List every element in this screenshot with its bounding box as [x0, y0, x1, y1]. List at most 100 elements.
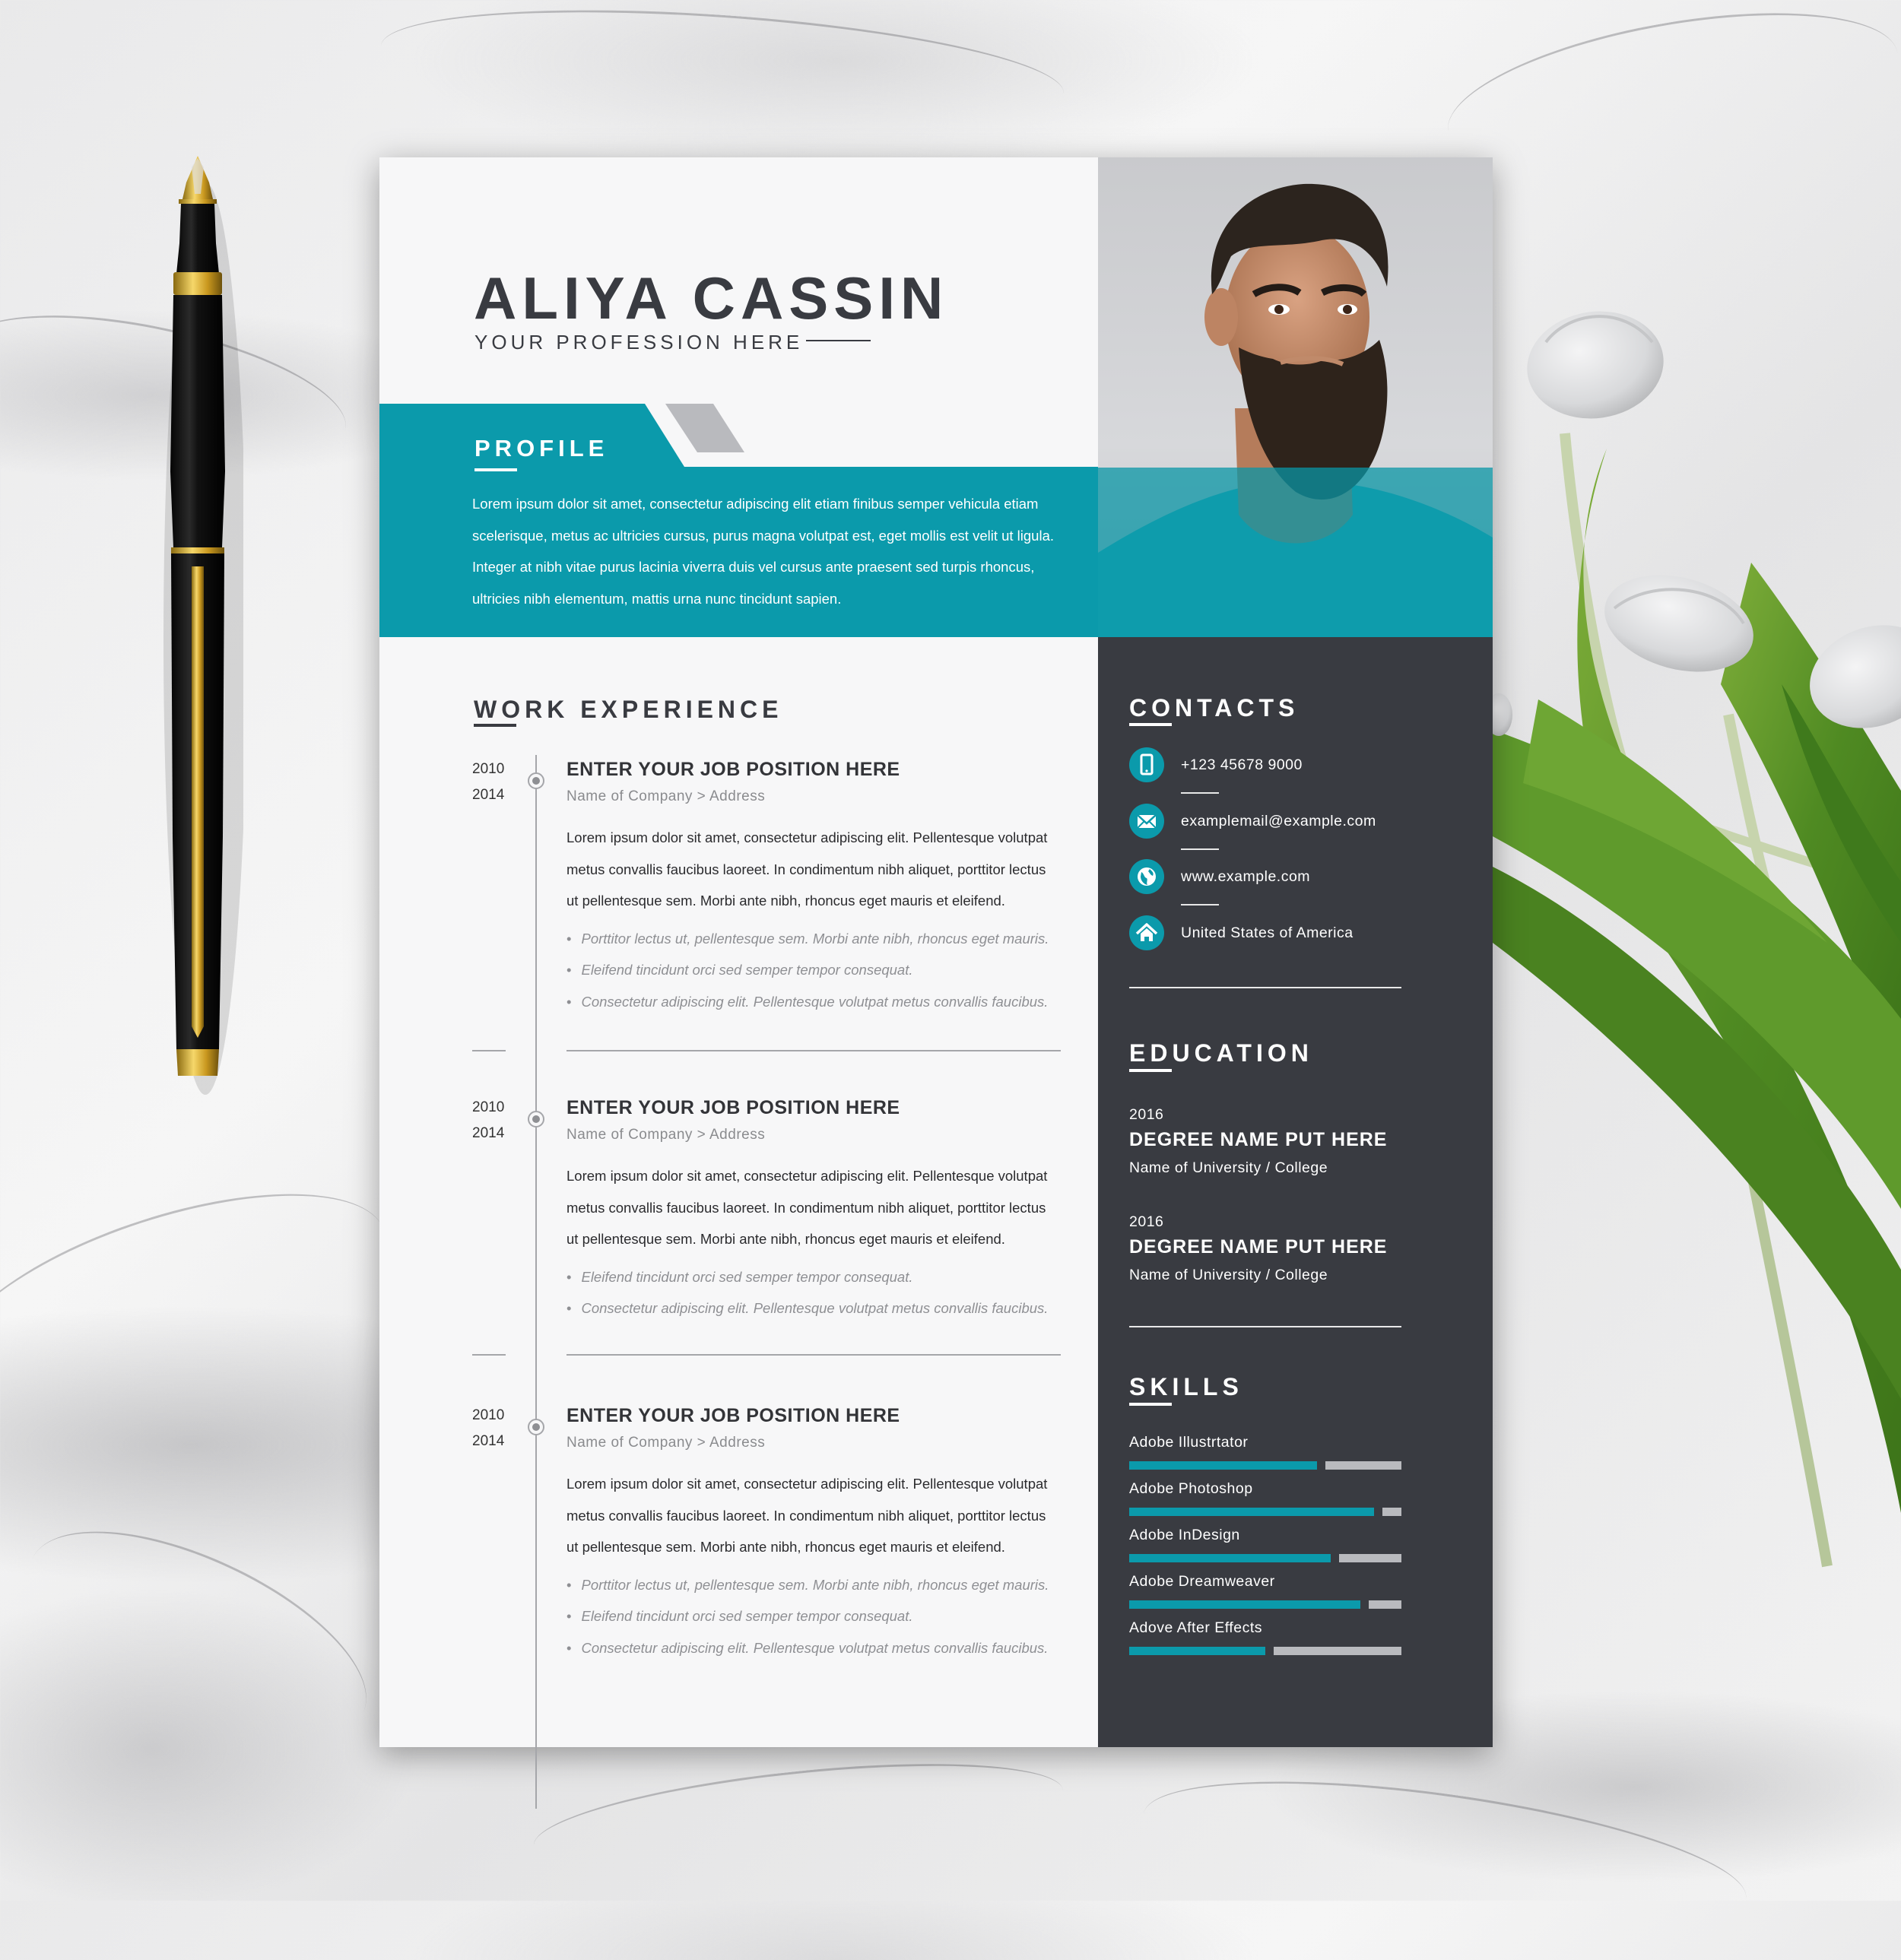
- bullet-dot-icon: •: [566, 993, 572, 1010]
- marble-vein: [0, 1150, 411, 1453]
- skill-name: Adobe Dreamweaver: [1129, 1573, 1275, 1590]
- education-school: Name of University / College: [1129, 1159, 1328, 1176]
- profile-text-line: scelerisque, metus ac ultricies cursus, …: [472, 527, 1055, 544]
- marble-vein: [528, 1743, 1068, 1893]
- job-bullet: • Consectetur adipiscing elit. Pellentesq…: [566, 1300, 1048, 1317]
- profile-heading-underline: [474, 468, 517, 471]
- skills-heading: SKILLS: [1129, 1373, 1243, 1400]
- marble-vein: [1436, 0, 1901, 201]
- job-description-line: Lorem ipsum dolor sit amet, consectetur …: [566, 1168, 1048, 1184]
- job-end-year: 2014: [472, 787, 505, 803]
- marble-vein: [0, 1489, 396, 1783]
- profile-text-line: Integer at nibh vitae purus lacinia vive…: [472, 559, 1035, 575]
- job-title: ENTER YOUR JOB POSITION HERE: [566, 1097, 900, 1118]
- profile-heading: PROFILE: [474, 435, 609, 461]
- job-separator: [566, 1354, 1061, 1356]
- skills-heading-underline: [1129, 1403, 1172, 1406]
- skill-bar-track: [1325, 1461, 1401, 1470]
- education-heading: EDUCATION: [1129, 1039, 1313, 1067]
- job-bullet: • Porttitor lectus ut, pellentesque sem. …: [566, 1577, 1049, 1594]
- marble-vein: [1135, 1752, 1755, 1960]
- skill-bar-fill: [1129, 1554, 1331, 1562]
- mail-icon: [1129, 803, 1164, 839]
- education-divider: [1129, 1326, 1401, 1327]
- job-end-year: 2014: [472, 1433, 505, 1449]
- contact-text: examplemail@example.com: [1181, 812, 1376, 829]
- skill-bar-track: [1274, 1647, 1401, 1655]
- job-bullet: • Eleifend tincidunt orci sed semper temp…: [566, 962, 913, 978]
- skill-bar-fill: [1129, 1600, 1360, 1609]
- profession-subtitle: YOUR PROFESSION HERE: [474, 331, 804, 354]
- contact-text: www.example.com: [1181, 868, 1311, 885]
- work-experience-heading: WORK EXPERIENCE: [474, 696, 783, 723]
- marble-vein: [377, 0, 1068, 148]
- skill-name: Adobe Illustrtator: [1129, 1434, 1249, 1451]
- job-title: ENTER YOUR JOB POSITION HERE: [566, 1405, 900, 1426]
- job-bullet-text: Consectetur adipiscing elit. Pellentesqu…: [581, 1300, 1049, 1316]
- job-company: Name of Company > Address: [566, 788, 766, 804]
- contact-text: +123 45678 9000: [1181, 756, 1303, 773]
- bullet-dot-icon: •: [566, 1608, 572, 1624]
- profession-rule: [806, 340, 871, 341]
- bullet-dot-icon: •: [566, 1268, 572, 1285]
- skill-name: Adove After Effects: [1129, 1619, 1262, 1636]
- profile-text-line: Lorem ipsum dolor sit amet, consectetur …: [472, 496, 1039, 512]
- job-end-year: 2014: [472, 1125, 505, 1141]
- job-bullet: • Consectetur adipiscing elit. Pellentesq…: [566, 1640, 1048, 1657]
- skill-bar-fill: [1129, 1461, 1317, 1470]
- education-heading-underline: [1129, 1069, 1172, 1072]
- job-start-year: 2010: [472, 1407, 505, 1423]
- education-degree: DEGREE NAME PUT HERE: [1129, 1236, 1388, 1258]
- contact-separator: [1181, 904, 1219, 905]
- bullet-dot-icon: •: [566, 930, 572, 947]
- job-bullet: • Eleifend tincidunt orci sed semper temp…: [566, 1608, 913, 1625]
- job-company: Name of Company > Address: [566, 1435, 766, 1451]
- timeline-marker-dot: [532, 1423, 540, 1431]
- contact-text: United States of America: [1181, 924, 1354, 941]
- timeline-marker-dot: [532, 777, 540, 785]
- skill-bar-fill: [1129, 1508, 1374, 1516]
- education-school: Name of University / College: [1129, 1267, 1328, 1283]
- skill-bar-fill: [1129, 1647, 1265, 1655]
- timeline-marker: [528, 772, 544, 789]
- job-bullet-text: Porttitor lectus ut, pellentesque sem. M…: [581, 930, 1049, 947]
- job-description-line: ut pellentesque sem. Morbi ante nibh, rh…: [566, 1231, 1005, 1247]
- photo-teal-overlay: [1098, 468, 1493, 637]
- resume-name: ALIYA CASSIN: [474, 265, 949, 331]
- phone-icon: [1129, 747, 1164, 782]
- job-description-line: Lorem ipsum dolor sit amet, consectetur …: [566, 829, 1048, 845]
- timeline-line: [535, 755, 537, 1809]
- bullet-dot-icon: •: [566, 962, 572, 978]
- skill-bar-track: [1369, 1600, 1401, 1609]
- profile-photo: [1098, 157, 1493, 637]
- job-bullet: • Consectetur adipiscing elit. Pellentesq…: [566, 994, 1048, 1010]
- timeline-marker: [528, 1419, 544, 1435]
- skill-bar-track: [1382, 1508, 1401, 1516]
- education-degree: DEGREE NAME PUT HERE: [1129, 1129, 1388, 1150]
- contacts-heading: CONTACTS: [1129, 694, 1300, 722]
- job-description-line: metus convallis faucibus laoreet. In con…: [566, 1507, 1046, 1524]
- job-description-line: ut pellentesque sem. Morbi ante nibh, rh…: [566, 1539, 1005, 1555]
- job-separator: [566, 1050, 1061, 1051]
- job-start-year: 2010: [472, 1099, 505, 1115]
- job-bullet: • Eleifend tincidunt orci sed semper temp…: [566, 1269, 913, 1286]
- job-description-line: Lorem ipsum dolor sit amet, consectetur …: [566, 1476, 1048, 1492]
- education-year: 2016: [1129, 1213, 1164, 1230]
- job-date-separator: [472, 1354, 506, 1356]
- home-icon: [1129, 915, 1164, 950]
- timeline-marker: [528, 1111, 544, 1127]
- job-bullet-text: Eleifend tincidunt orci sed semper tempo…: [581, 1608, 913, 1624]
- profile-text-line: ultricies nibh elementum, mattis urna nu…: [472, 590, 842, 607]
- resume-page: ALIYA CASSIN YOUR PROFESSION HERE PROFIL…: [379, 157, 1493, 1809]
- bullet-dot-icon: •: [566, 1576, 572, 1593]
- timeline-marker-dot: [532, 1115, 540, 1123]
- job-start-year: 2010: [472, 761, 505, 777]
- skill-name: Adobe Photoshop: [1129, 1480, 1253, 1497]
- contact-separator: [1181, 848, 1219, 850]
- bullet-dot-icon: •: [566, 1639, 572, 1656]
- job-bullet-text: Consectetur adipiscing elit. Pellentesqu…: [581, 993, 1049, 1010]
- job-description-line: ut pellentesque sem. Morbi ante nibh, rh…: [566, 893, 1005, 909]
- bullet-dot-icon: •: [566, 1300, 572, 1316]
- contacts-heading-underline: [1129, 723, 1172, 726]
- job-description-line: metus convallis faucibus laoreet. In con…: [566, 861, 1046, 877]
